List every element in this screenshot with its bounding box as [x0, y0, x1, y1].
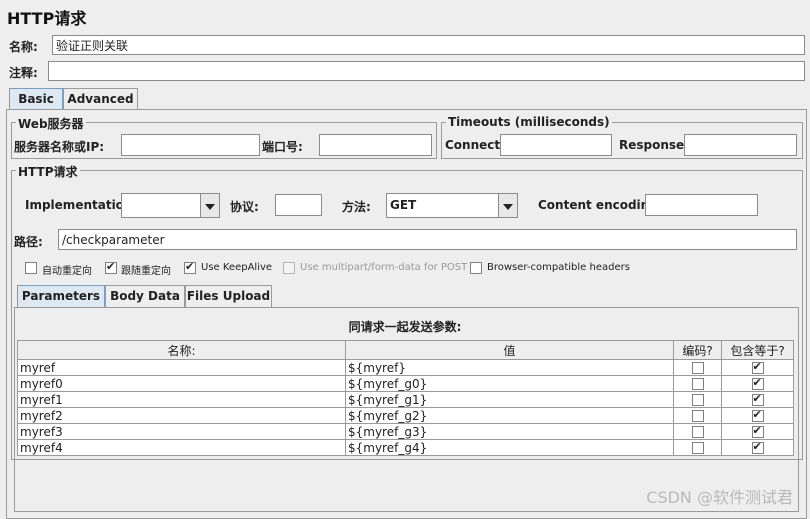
path-label: 路径: [14, 235, 43, 249]
content-encoding-input[interactable] [645, 194, 758, 216]
multipart-checkbox[interactable] [283, 262, 295, 274]
column-header-name[interactable]: 名称: [17, 340, 346, 360]
param-name-cell[interactable]: myref1 [17, 391, 346, 408]
server-label: 服务器名称或IP: [14, 140, 105, 154]
encode-checkbox[interactable] [691, 362, 704, 374]
follow-redirect-checkbox[interactable] [105, 260, 117, 274]
page-title: HTTP请求 [7, 9, 87, 28]
name-label: 名称: [9, 40, 38, 54]
method-label: 方法: [342, 200, 371, 214]
web-server-title: Web服务器 [16, 115, 86, 132]
keepalive-label: Use KeepAlive [201, 262, 273, 273]
parameters-table: 名称: 值 编码? 包含等于? myref ${myref} myref0 ${… [17, 340, 794, 456]
port-label: 端口号: [262, 140, 303, 154]
tab-parameters[interactable]: Parameters [17, 285, 105, 308]
param-value-cell[interactable]: ${myref_g0} [345, 375, 674, 392]
include-equals-checkbox[interactable] [751, 392, 764, 406]
table-row[interactable]: myref1 ${myref_g1} [17, 391, 794, 408]
connect-label: Connect: [445, 138, 505, 152]
encode-checkbox[interactable] [691, 410, 704, 422]
param-name-cell[interactable]: myref [17, 359, 346, 376]
parameters-caption: 同请求一起发送参数: [348, 320, 462, 334]
comment-label: 注释: [9, 66, 38, 80]
table-row[interactable]: myref3 ${myref_g3} [17, 423, 794, 440]
implementation-select[interactable] [121, 193, 220, 218]
follow-redirect-label: 跟随重定向 [121, 266, 171, 277]
comment-input[interactable] [48, 61, 805, 81]
response-label: Response: [619, 138, 689, 152]
tab-advanced[interactable]: Advanced [63, 88, 138, 110]
method-value: GET [390, 198, 417, 212]
tab-files-upload[interactable]: Files Upload [185, 285, 272, 308]
response-input[interactable] [684, 134, 797, 156]
content-encoding-label: Content encoding: [538, 198, 663, 212]
connect-input[interactable] [500, 134, 612, 156]
param-name-cell[interactable]: myref4 [17, 439, 346, 456]
keepalive-checkbox[interactable] [184, 260, 196, 274]
multipart-label: Use multipart/form-data for POST [300, 262, 468, 273]
encode-checkbox[interactable] [691, 394, 704, 406]
port-input[interactable] [319, 134, 432, 156]
browser-headers-label: Browser-compatible headers [487, 262, 630, 273]
param-value-cell[interactable]: ${myref} [345, 359, 674, 376]
encode-checkbox[interactable] [691, 426, 704, 438]
tab-basic[interactable]: Basic [9, 88, 63, 110]
param-value-cell[interactable]: ${myref_g4} [345, 439, 674, 456]
name-input[interactable] [52, 35, 805, 55]
encode-checkbox[interactable] [691, 442, 704, 454]
param-value-cell[interactable]: ${myref_g2} [345, 407, 674, 424]
auto-redirect-label: 自动重定向 [42, 266, 92, 277]
param-name-cell[interactable]: myref2 [17, 407, 346, 424]
param-value-cell[interactable]: ${myref_g1} [345, 391, 674, 408]
server-input[interactable] [121, 134, 260, 156]
param-value-cell[interactable]: ${myref_g3} [345, 423, 674, 440]
include-equals-checkbox[interactable] [751, 360, 764, 374]
path-input[interactable] [58, 229, 797, 250]
method-select[interactable]: GET [386, 193, 518, 218]
protocol-input[interactable] [275, 194, 322, 216]
timeouts-title: Timeouts (milliseconds) [446, 115, 612, 129]
table-row[interactable]: myref4 ${myref_g4} [17, 439, 794, 456]
http-request-title: HTTP请求 [16, 163, 80, 180]
include-equals-checkbox[interactable] [751, 376, 764, 390]
param-name-cell[interactable]: myref3 [17, 423, 346, 440]
column-header-value[interactable]: 值 [345, 340, 674, 360]
include-equals-checkbox[interactable] [751, 408, 764, 422]
protocol-label: 协议: [230, 200, 259, 214]
include-equals-checkbox[interactable] [751, 424, 764, 438]
browser-headers-checkbox[interactable] [470, 262, 482, 274]
column-header-include-equals[interactable]: 包含等于? [721, 340, 794, 360]
chevron-down-icon[interactable] [200, 194, 219, 217]
tab-body-data[interactable]: Body Data [105, 285, 185, 308]
watermark: CSDN @软件测试君 [646, 488, 793, 507]
encode-checkbox[interactable] [691, 378, 704, 390]
table-row[interactable]: myref2 ${myref_g2} [17, 407, 794, 424]
table-row[interactable]: myref ${myref} [17, 359, 794, 376]
chevron-down-icon[interactable] [498, 194, 517, 217]
param-name-cell[interactable]: myref0 [17, 375, 346, 392]
table-row[interactable]: myref0 ${myref_g0} [17, 375, 794, 392]
column-header-encode[interactable]: 编码? [673, 340, 722, 360]
include-equals-checkbox[interactable] [751, 440, 764, 454]
auto-redirect-checkbox[interactable] [25, 262, 37, 274]
